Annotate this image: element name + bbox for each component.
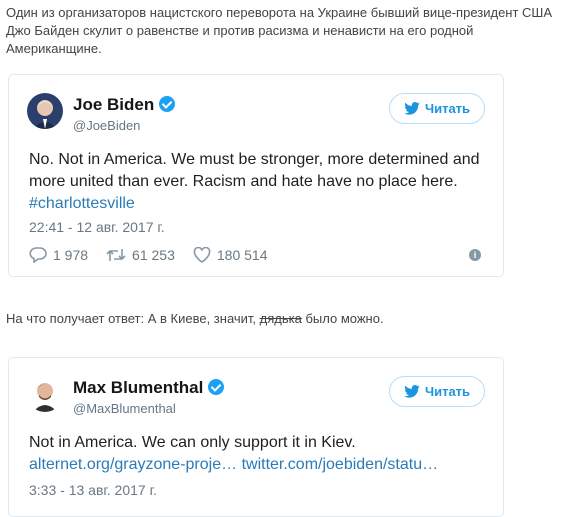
- reply-icon: [29, 247, 47, 263]
- author-handle[interactable]: @MaxBlumenthal: [73, 401, 176, 416]
- middle-text-struck: дядька: [259, 311, 302, 326]
- author-name[interactable]: Joe Biden: [73, 95, 176, 115]
- tweet-text: Not in America. We can only support it i…: [29, 432, 499, 476]
- tweet-timestamp[interactable]: 22:41 - 12 авг. 2017 г.: [29, 219, 165, 235]
- follow-label: Читать: [424, 101, 471, 116]
- follow-button[interactable]: Читать: [389, 93, 485, 124]
- tweet-text-body: No. Not in America. We must be stronger,…: [29, 151, 480, 190]
- info-icon[interactable]: i: [469, 249, 481, 261]
- like-count: 180 514: [216, 247, 268, 263]
- twitter-bird-icon: [404, 385, 420, 398]
- reply-action[interactable]: 1 978: [29, 247, 88, 263]
- author-name-text[interactable]: Max Blumenthal: [73, 378, 203, 397]
- heart-icon: [193, 247, 211, 263]
- middle-text-after: было можно.: [301, 311, 384, 326]
- verified-badge-icon: [208, 379, 225, 395]
- retweet-icon: [106, 249, 126, 261]
- twitter-bird-icon: [404, 102, 420, 115]
- hashtag-link[interactable]: #charlottesville: [29, 195, 135, 212]
- follow-label: Читать: [424, 384, 471, 399]
- like-action[interactable]: 180 514: [193, 247, 268, 263]
- retweet-action[interactable]: 61 253: [106, 247, 175, 263]
- url-link[interactable]: twitter.com/joebiden/statu…: [242, 456, 439, 473]
- middle-text: На что получает ответ: А в Киеве, значит…: [6, 310, 558, 328]
- author-name-text[interactable]: Joe Biden: [73, 95, 154, 114]
- tweet-card-biden[interactable]: Joe Biden @JoeBiden Читать No. Not in Am…: [8, 74, 504, 277]
- tweet-timestamp[interactable]: 3:33 - 13 авг. 2017 г.: [29, 482, 157, 498]
- url-link[interactable]: alternet.org/grayzone-proje…: [29, 456, 237, 473]
- author-name[interactable]: Max Blumenthal: [73, 378, 225, 398]
- tweet-actions: 1 978 61 253 180 514: [29, 247, 267, 263]
- tweet-text: No. Not in America. We must be stronger,…: [29, 149, 499, 215]
- author-handle[interactable]: @JoeBiden: [73, 118, 140, 133]
- avatar[interactable]: [27, 376, 63, 412]
- intro-text: Один из организаторов нацистского перево…: [6, 5, 553, 56]
- reply-count: 1 978: [53, 247, 89, 263]
- tweet-card-blumenthal[interactable]: Max Blumenthal @MaxBlumenthal Читать Not…: [8, 357, 504, 517]
- tweet-text-body: Not in America. We can only support it i…: [29, 434, 356, 451]
- retweet-count: 61 253: [132, 247, 175, 263]
- middle-text-before: На что получает ответ: А в Киеве, значит…: [6, 311, 260, 326]
- avatar[interactable]: [27, 93, 63, 129]
- follow-button[interactable]: Читать: [389, 376, 485, 407]
- verified-badge-icon: [159, 96, 176, 112]
